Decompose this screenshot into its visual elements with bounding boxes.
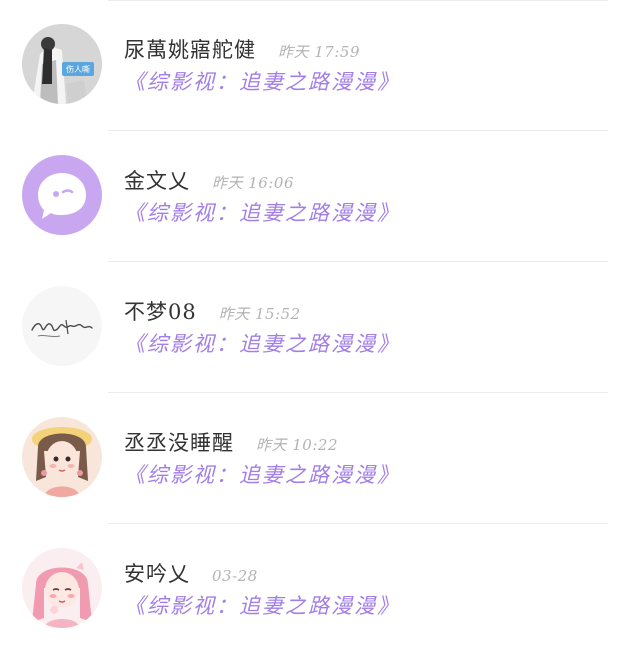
username[interactable]: 金文乂 [124,165,190,195]
svg-text:伤人嘶: 伤人嘶 [66,64,90,74]
timestamp: 昨天 15:52 [218,305,301,323]
timestamp: 03-28 [212,567,258,585]
avatar[interactable] [22,548,102,628]
comment-feed: 伤人嘶 尿萬姚寤舵健 昨天 17:59 《综影视：追妻之路漫漫》 金文乂 昨天 … [0,0,640,655]
comment-text[interactable]: 《综影视：追妻之路漫漫》 [124,590,400,620]
username[interactable]: 安吟乂 [124,558,190,588]
list-item[interactable]: 丞丞没睡醒 昨天 10:22 《综影视：追妻之路漫漫》 [0,393,640,524]
timestamp: 昨天 16:06 [212,174,294,192]
list-item[interactable]: 不梦08 昨天 15:52 《综影视：追妻之路漫漫》 [0,262,640,393]
username[interactable]: 丞丞没睡醒 [124,427,234,457]
username[interactable]: 尿萬姚寤舵健 [124,34,256,64]
purple-chat-bubble-icon [22,155,102,235]
pink-hair-girl-icon [22,548,102,628]
timestamp: 昨天 10:22 [256,436,338,454]
avatar[interactable] [22,286,102,366]
illustrated-girl-icon [22,417,102,497]
list-item[interactable]: 金文乂 昨天 16:06 《综影视：追妻之路漫漫》 [0,131,640,262]
list-item[interactable]: 安吟乂 03-28 《综影视：追妻之路漫漫》 [0,524,640,655]
comment-header: 不梦08 昨天 15:52 [124,296,301,326]
comment-header: 安吟乂 03-28 [124,558,258,588]
comment-text[interactable]: 《综影视：追妻之路漫漫》 [124,197,400,227]
comment-header: 金文乂 昨天 16:06 [124,165,294,195]
comment-text[interactable]: 《综影视：追妻之路漫漫》 [124,459,400,489]
photo-avatar-girl-sign-icon: 伤人嘶 [22,24,102,104]
avatar[interactable] [22,155,102,235]
comment-header: 尿萬姚寤舵健 昨天 17:59 [124,34,360,64]
avatar[interactable] [22,417,102,497]
list-item[interactable]: 伤人嘶 尿萬姚寤舵健 昨天 17:59 《综影视：追妻之路漫漫》 [0,0,640,131]
avatar[interactable]: 伤人嘶 [22,24,102,104]
username[interactable]: 不梦08 [124,296,197,326]
comment-text[interactable]: 《综影视：追妻之路漫漫》 [124,328,400,358]
handwriting-avatar-icon [22,286,102,366]
timestamp: 昨天 17:59 [278,43,360,61]
comment-text[interactable]: 《综影视：追妻之路漫漫》 [124,66,400,96]
comment-header: 丞丞没睡醒 昨天 10:22 [124,427,338,457]
